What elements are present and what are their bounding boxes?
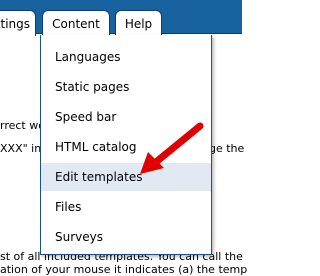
page-text-line: rrect wo	[0, 119, 45, 132]
tab-help[interactable]: Help	[115, 10, 162, 36]
page-text-line: XXX" in	[0, 142, 42, 155]
menu-item-static-pages[interactable]: Static pages	[41, 73, 211, 101]
red-pointer-arrow-icon	[140, 122, 204, 174]
menu-item-surveys[interactable]: Surveys	[41, 223, 211, 251]
menu-item-languages[interactable]: Languages	[41, 43, 211, 71]
page-text-line: ation of your mouse it indicates (a) the…	[0, 263, 248, 276]
tab-settings[interactable]: ttings	[0, 10, 36, 36]
menu-item-files[interactable]: Files	[41, 193, 211, 221]
tab-content[interactable]: Content	[42, 10, 110, 36]
tab-bar: ttings Content Help	[0, 0, 242, 36]
